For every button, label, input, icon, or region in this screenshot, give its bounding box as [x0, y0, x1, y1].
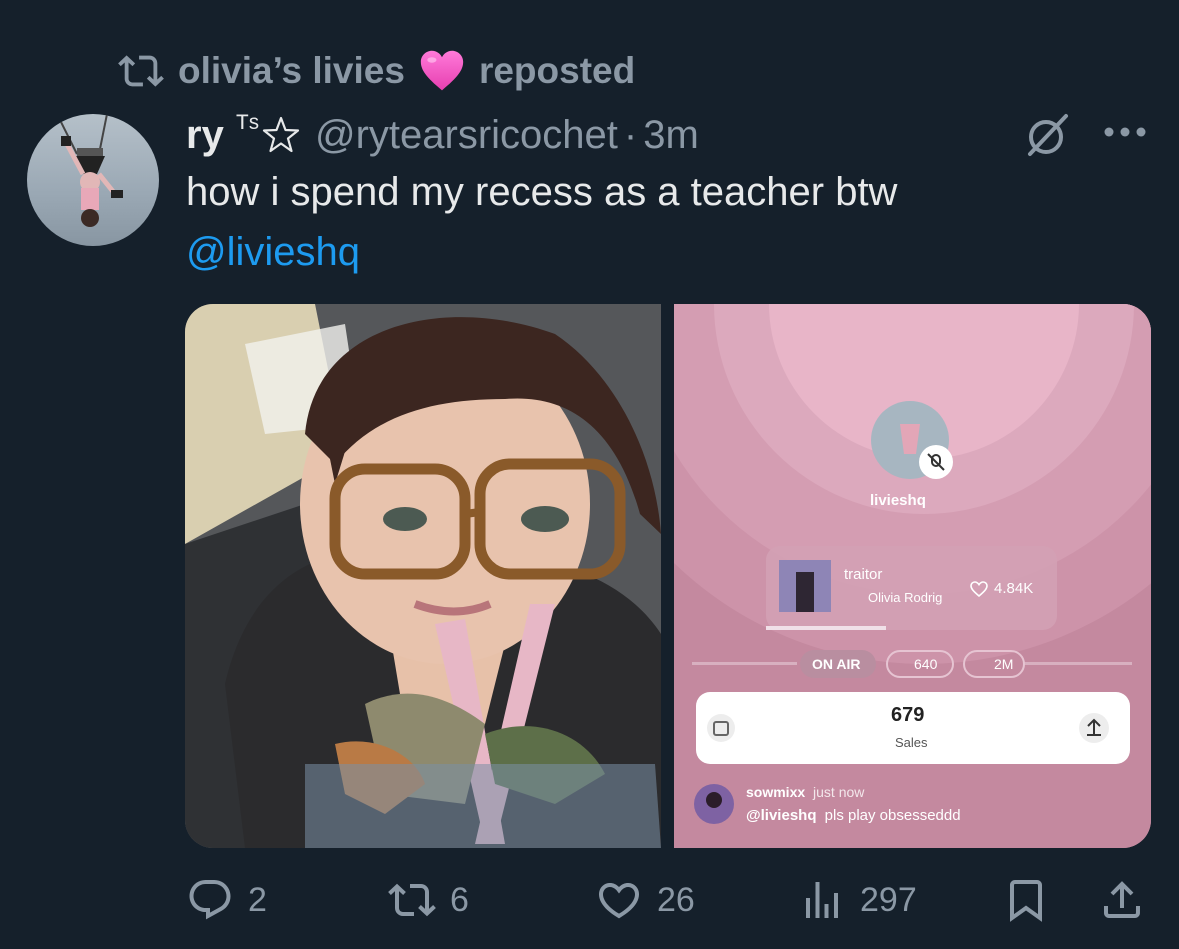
- song-title: traitor: [844, 566, 883, 583]
- bookmark-button[interactable]: [1002, 868, 1050, 932]
- avatar-figure-icon: [56, 114, 123, 227]
- star-icon: [262, 116, 300, 153]
- comment-body: @livieshq pls play obsesseddd: [746, 807, 961, 824]
- post-mention-link[interactable]: @livieshq: [186, 226, 360, 278]
- sales-count: 679: [891, 704, 925, 726]
- reply-count: 2: [248, 880, 267, 919]
- post-media[interactable]: livieshq traitor Olivia Rodrig 4.84K ON …: [185, 304, 1151, 848]
- repost-icon: [118, 55, 164, 87]
- views-chart-icon: [806, 882, 838, 918]
- repost-icon: [388, 883, 436, 917]
- post-action-bar: 2 6 26 297: [0, 868, 1179, 932]
- comment-user: sowmixx just now: [746, 784, 864, 800]
- reply-button[interactable]: 2: [186, 868, 267, 932]
- listener-count: 640: [914, 656, 938, 672]
- author-display-name[interactable]: ry: [186, 113, 224, 158]
- live-stream-screenshot[interactable]: livieshq traitor Olivia Rodrig 4.84K ON …: [674, 304, 1151, 848]
- views-button[interactable]: 297: [798, 868, 917, 932]
- like-button[interactable]: 26: [595, 868, 695, 932]
- bookmark-icon: [1010, 880, 1042, 922]
- pink-heart-emoji-icon: [420, 50, 464, 91]
- reposter-name[interactable]: olivia’s livies: [178, 50, 405, 92]
- reply-icon: [189, 880, 231, 920]
- share-icon: [1104, 881, 1140, 918]
- repost-context[interactable]: olivia’s livies reposted: [118, 48, 635, 94]
- play-count: 2M: [994, 656, 1014, 672]
- share-button[interactable]: [1098, 868, 1146, 932]
- post-timestamp[interactable]: 3m: [643, 113, 699, 158]
- author-handle[interactable]: @rytearsricochet: [315, 113, 618, 158]
- heart-outline-icon: [970, 580, 988, 597]
- separator-dot: ·: [623, 112, 638, 157]
- song-artist: Olivia Rodrig: [868, 590, 943, 605]
- post-text: how i spend my recess as a teacher btw: [186, 170, 898, 214]
- sales-label: Sales: [895, 735, 928, 750]
- comment-text: pls play obsesseddd: [824, 807, 961, 824]
- selfie-photo[interactable]: [185, 304, 661, 848]
- comment-time: just now: [813, 784, 865, 800]
- on-air-badge: ON AIR: [812, 656, 861, 672]
- author-avatar[interactable]: [27, 114, 159, 246]
- post-header: ry ᵀˢ @rytearsricochet · 3m: [186, 110, 699, 160]
- grok-icon[interactable]: [1022, 110, 1072, 160]
- host-username: livieshq: [870, 492, 926, 509]
- song-likes: 4.84K: [970, 580, 1033, 597]
- author-name-suffix: ᵀˢ: [235, 110, 259, 143]
- heart-icon: [598, 883, 640, 919]
- comment-mention: @livieshq: [746, 807, 817, 824]
- view-count: 297: [860, 880, 917, 919]
- like-count: 26: [657, 880, 695, 919]
- song-likes-count: 4.84K: [994, 580, 1034, 597]
- more-options-icon[interactable]: [1102, 120, 1148, 144]
- repost-button[interactable]: 6: [388, 868, 469, 932]
- repost-label: reposted: [478, 50, 636, 91]
- repost-count: 6: [450, 880, 469, 919]
- comment-username: sowmixx: [746, 784, 806, 800]
